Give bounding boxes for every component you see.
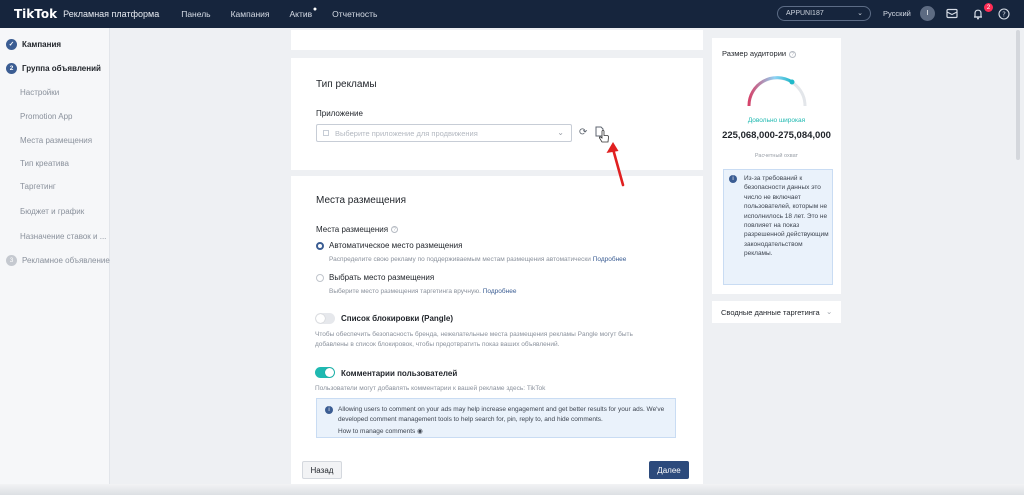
estimated-reach-label: Расчетный охват bbox=[754, 153, 799, 159]
nav-reports[interactable]: Отчетность bbox=[332, 9, 377, 19]
page-scrollbar[interactable] bbox=[1016, 30, 1020, 160]
info-icon: i bbox=[325, 406, 333, 414]
top-navigation-bar: TikTok Рекламная платформа Панель Кампан… bbox=[0, 0, 1024, 28]
blocklist-toggle[interactable] bbox=[315, 313, 335, 324]
sidebar-step-adgroup[interactable]: 2 Группа объявлений bbox=[0, 57, 110, 79]
blocklist-desc: Чтобы обеспечить безопасность бренда, не… bbox=[315, 331, 633, 348]
app-placeholder-icon bbox=[323, 130, 329, 136]
comments-notice: i Allowing users to comment on your ads … bbox=[316, 398, 676, 438]
refresh-icon[interactable]: ⟳ bbox=[579, 127, 587, 138]
sidebar-item-promotion-app[interactable]: Promotion App bbox=[0, 105, 110, 127]
nav-dashboard[interactable]: Панель bbox=[181, 9, 210, 19]
sidebar-step-ad[interactable]: 3 Рекламное объявление bbox=[0, 249, 110, 271]
sidebar-item-targeting[interactable]: Таргетинг bbox=[0, 175, 110, 197]
mail-icon[interactable] bbox=[944, 6, 959, 21]
manual-placement-label: Выбрать место размещения bbox=[329, 273, 435, 282]
next-button[interactable]: Далее bbox=[649, 461, 689, 479]
app-select-placeholder: Выберите приложение для продвижения bbox=[335, 129, 478, 138]
audience-size-value: 225,068,000-275,084,000 bbox=[722, 130, 831, 141]
help-icon[interactable]: ? bbox=[789, 50, 797, 58]
eye-icon: ◉ bbox=[417, 428, 423, 435]
placements-title: Места размещения bbox=[316, 195, 407, 206]
audience-title-text: Размер аудитории bbox=[722, 49, 787, 58]
app-select[interactable]: Выберите приложение для продвижения ⌄ bbox=[316, 124, 572, 142]
new-dot-icon: ● bbox=[312, 6, 318, 13]
tiktok-logo[interactable]: TikTok bbox=[14, 7, 57, 21]
sidebar-step-label: Рекламное объявление bbox=[22, 255, 110, 265]
nav-assets[interactable]: Актив ● bbox=[289, 6, 318, 19]
sidebar-item-settings[interactable]: Настройки bbox=[0, 81, 110, 103]
account-selector[interactable]: APPUNI187 ⌄ bbox=[777, 6, 871, 21]
previous-section-card bbox=[291, 30, 703, 50]
audience-title: Размер аудитории? bbox=[722, 49, 797, 58]
platform-name: Рекламная платформа bbox=[63, 9, 160, 19]
avatar[interactable]: I bbox=[920, 6, 935, 21]
info-icon: i bbox=[729, 175, 737, 183]
main-nav: Панель Кампания Актив ● Отчетность bbox=[181, 6, 397, 19]
back-button[interactable]: Назад bbox=[302, 461, 342, 479]
notification-badge: 2 bbox=[984, 3, 993, 12]
ad-type-title: Тип рекламы bbox=[316, 79, 377, 90]
auto-more-link[interactable]: Подробнее bbox=[593, 256, 627, 263]
manual-placement-desc-text: Выберите место размещения таргетинга вру… bbox=[329, 288, 481, 295]
step-number-icon: 3 bbox=[6, 254, 17, 266]
sidebar-step-label: Группа объявлений bbox=[22, 63, 101, 73]
left-sidebar: ✓ Кампания 2 Группа объявлений Настройки… bbox=[0, 28, 110, 495]
red-arrow-annotation-icon bbox=[606, 142, 625, 187]
language-selector[interactable]: Русский bbox=[883, 9, 911, 18]
audience-gauge bbox=[747, 76, 807, 107]
bottom-edge bbox=[0, 484, 1024, 495]
check-icon: ✓ bbox=[6, 38, 17, 50]
auto-placement-desc: Распределите свою рекламу по поддерживае… bbox=[329, 256, 626, 263]
chevron-down-icon: ⌄ bbox=[826, 307, 833, 316]
auto-placement-label: Автоматическое место размещения bbox=[329, 241, 463, 250]
sidebar-item-budget[interactable]: Бюджет и график bbox=[0, 200, 110, 222]
sidebar-step-label: Кампания bbox=[22, 39, 62, 49]
auto-placement-desc-text: Распределите свою рекламу по поддерживае… bbox=[329, 256, 591, 263]
comments-label: Комментарии пользователей bbox=[341, 369, 458, 378]
help-icon[interactable]: ? bbox=[996, 6, 1011, 21]
sidebar-item-creative-type[interactable]: Тип креатива bbox=[0, 152, 110, 174]
audience-note-text: Из-за требований к безопасности данных э… bbox=[744, 175, 829, 258]
targeting-summary-card[interactable]: Сводные данные таргетинга ⌄ bbox=[712, 301, 841, 323]
placements-label: Места размещения? bbox=[316, 225, 399, 234]
targeting-summary-label: Сводные данные таргетинга bbox=[721, 308, 820, 317]
audience-note: i Из-за требований к безопасности данных… bbox=[723, 169, 833, 285]
placements-label-text: Места размещения bbox=[316, 225, 389, 234]
auto-placement-radio[interactable] bbox=[316, 242, 324, 250]
manual-more-link[interactable]: Подробнее bbox=[483, 288, 517, 295]
help-icon[interactable]: ? bbox=[391, 226, 399, 234]
comments-notice-text: Allowing users to comment on your ads ma… bbox=[338, 406, 665, 423]
app-label: Приложение bbox=[316, 109, 363, 118]
comments-desc: Пользователи могут добавлять комментарии… bbox=[315, 385, 546, 392]
manage-comments-link[interactable]: How to manage comments ◉ bbox=[338, 427, 423, 435]
sidebar-item-placements[interactable]: Места размещения bbox=[0, 129, 110, 151]
nav-campaign[interactable]: Кампания bbox=[231, 9, 270, 19]
chevron-down-icon: ⌄ bbox=[557, 128, 564, 137]
sidebar-step-campaign[interactable]: ✓ Кампания bbox=[0, 33, 110, 55]
sidebar-item-bidding[interactable]: Назначение ставок и ... bbox=[0, 225, 110, 247]
manual-placement-radio[interactable] bbox=[316, 274, 324, 282]
manual-placement-desc: Выберите место размещения таргетинга вру… bbox=[329, 288, 516, 295]
nav-assets-label: Актив bbox=[289, 9, 313, 19]
step-number-icon: 2 bbox=[6, 62, 17, 74]
comments-toggle[interactable] bbox=[315, 367, 335, 378]
manage-comments-text: How to manage comments bbox=[338, 428, 416, 435]
audience-breadth-label: Довольно широкая bbox=[747, 117, 806, 124]
bell-icon[interactable] bbox=[970, 6, 985, 21]
chevron-down-icon: ⌄ bbox=[857, 10, 863, 17]
account-name: APPUNI187 bbox=[786, 10, 824, 17]
svg-text:?: ? bbox=[1002, 10, 1006, 18]
blocklist-label: Список блокировки (Pangle) bbox=[341, 314, 454, 323]
